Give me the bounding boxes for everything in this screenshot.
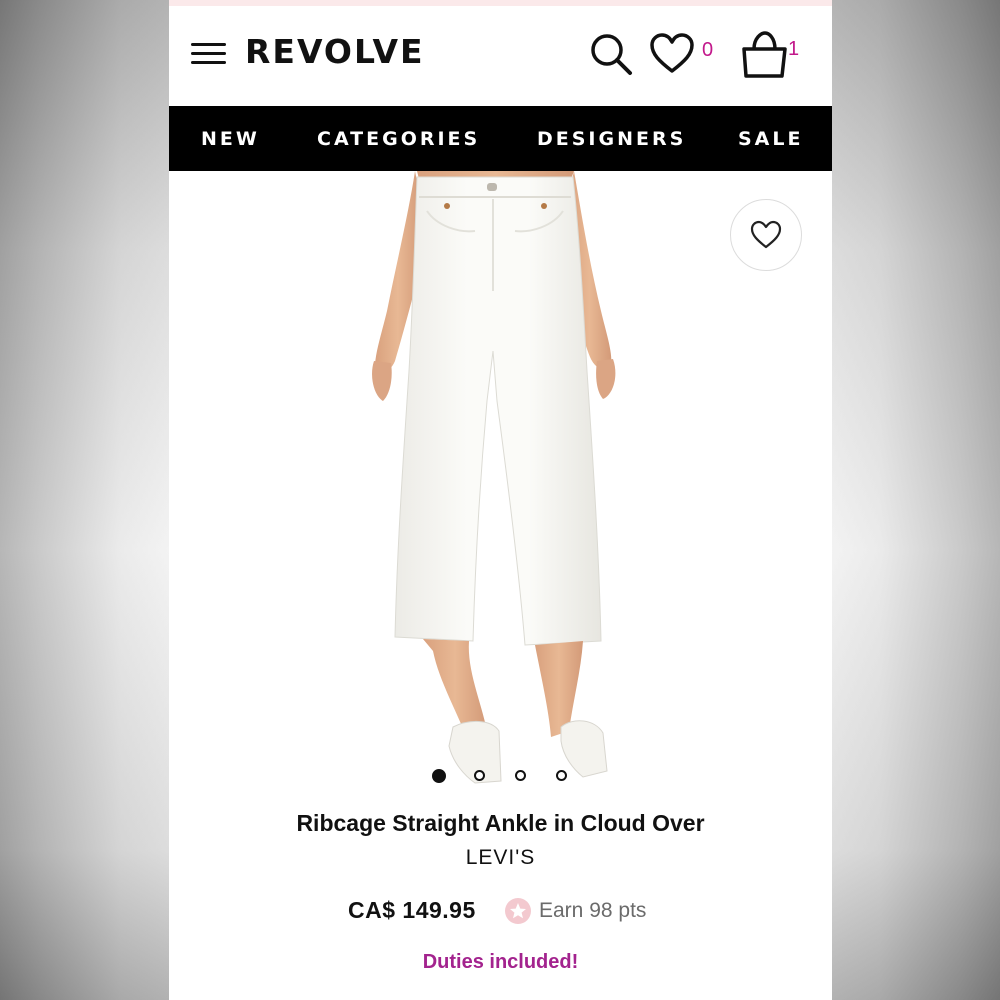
search-icon bbox=[591, 34, 632, 75]
nav-categories[interactable]: CATEGORIES bbox=[317, 128, 480, 150]
pagination-dot-2[interactable] bbox=[474, 770, 485, 781]
save-favorite-button[interactable] bbox=[730, 199, 802, 271]
wishlist-count: 0 bbox=[702, 39, 714, 61]
mobile-page: REVOLVE 0 1 NEW CATEGORIES DESIGNERS SAL… bbox=[169, 0, 832, 1000]
left-backdrop bbox=[0, 0, 169, 1000]
bag-count: 1 bbox=[788, 38, 800, 60]
menu-button[interactable] bbox=[191, 42, 227, 68]
product-title: Ribcage Straight Ankle in Cloud Over bbox=[296, 810, 705, 836]
site-logo[interactable]: REVOLVE bbox=[245, 32, 425, 71]
nav-designers[interactable]: DESIGNERS bbox=[537, 128, 686, 150]
reward-points: Earn 98 pts bbox=[539, 899, 647, 922]
pagination-dot-3[interactable] bbox=[515, 770, 526, 781]
nav-new[interactable]: NEW bbox=[201, 128, 260, 150]
site-header: REVOLVE 0 1 bbox=[169, 6, 832, 106]
duties-note: Duties included! bbox=[422, 951, 579, 973]
pagination-dot-4[interactable] bbox=[556, 770, 567, 781]
pagination-dot-1[interactable] bbox=[432, 769, 446, 783]
shopping-bag-button[interactable] bbox=[739, 30, 795, 82]
nav-sale[interactable]: SALE bbox=[738, 128, 803, 150]
star-icon bbox=[505, 898, 531, 924]
heart-icon bbox=[650, 33, 694, 73]
menu-icon bbox=[191, 43, 226, 46]
bag-icon bbox=[742, 31, 787, 78]
right-backdrop bbox=[831, 0, 1000, 1000]
wishlist-button[interactable] bbox=[649, 32, 699, 78]
product-price: CA$ 149.95 bbox=[348, 897, 476, 923]
search-button[interactable] bbox=[587, 30, 637, 80]
product-image-gallery[interactable] bbox=[169, 171, 832, 796]
product-brand[interactable]: LEVI'S bbox=[169, 846, 832, 870]
heart-outline-icon bbox=[750, 220, 782, 249]
image-pagination bbox=[431, 769, 571, 786]
main-navigation: NEW CATEGORIES DESIGNERS SALE bbox=[169, 106, 832, 171]
